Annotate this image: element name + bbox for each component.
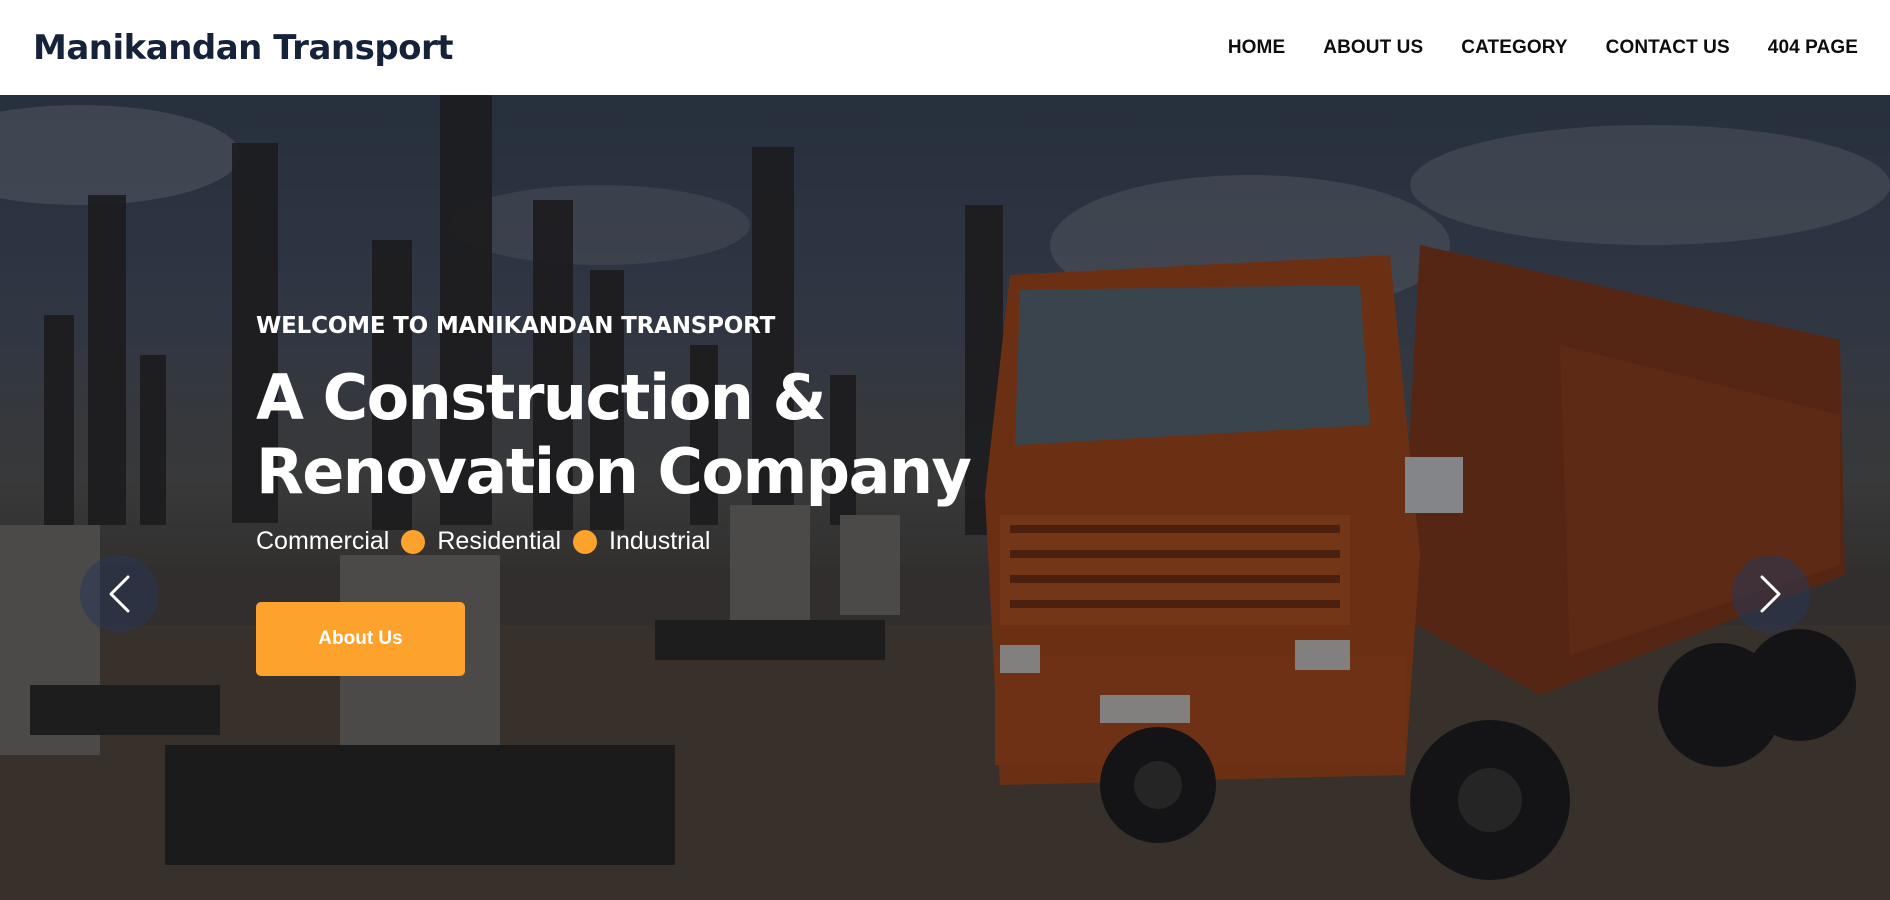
nav-item-about: ABOUT US [1323, 37, 1423, 59]
chevron-right-icon [1760, 575, 1781, 613]
chevron-left-icon [109, 575, 130, 613]
hero-service-tags: Commercial Residential Industrial [256, 527, 1016, 556]
nav-item-contact: CONTACT US [1606, 37, 1730, 59]
tag-residential: Residential [437, 527, 562, 555]
nav-link-home[interactable]: HOME [1228, 37, 1285, 58]
about-us-button[interactable]: About Us [256, 602, 465, 676]
brand-logo-text[interactable]: Manikandan Transport [33, 28, 454, 68]
main-nav: HOME ABOUT US CATEGORY CONTACT US 404 PA… [1228, 37, 1858, 59]
carousel-prev-button[interactable] [80, 555, 158, 633]
nav-item-category: CATEGORY [1461, 37, 1567, 59]
carousel-next-button[interactable] [1732, 555, 1810, 633]
nav-item-404: 404 PAGE [1768, 37, 1858, 59]
hero-eyebrow: WELCOME TO MANIKANDAN TRANSPORT [256, 313, 776, 339]
tag-separator-dot [401, 529, 426, 554]
nav-link-contact-us[interactable]: CONTACT US [1606, 37, 1730, 58]
nav-link-404-page[interactable]: 404 PAGE [1768, 37, 1858, 58]
hero-headline-line-2: Renovation Company [256, 435, 972, 508]
hero-headline-line-1: A Construction & [256, 361, 827, 434]
tag-industrial: Industrial [609, 527, 711, 555]
nav-link-about-us[interactable]: ABOUT US [1323, 37, 1423, 58]
hero-content: WELCOME TO MANIKANDAN TRANSPORT A Constr… [256, 313, 1016, 676]
top-navbar: Manikandan Transport HOME ABOUT US CATEG… [0, 0, 1890, 95]
tag-commercial: Commercial [256, 527, 390, 555]
hero-carousel: WELCOME TO MANIKANDAN TRANSPORT A Constr… [0, 95, 1890, 900]
hero-headline: A Construction & Renovation Company [256, 361, 1016, 509]
nav-item-home: HOME [1228, 37, 1285, 59]
nav-link-category[interactable]: CATEGORY [1461, 37, 1567, 58]
tag-separator-dot [573, 529, 598, 554]
